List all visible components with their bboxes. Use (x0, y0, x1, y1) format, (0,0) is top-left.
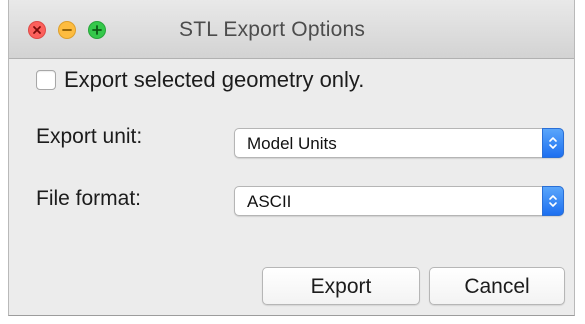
file-format-stepper[interactable] (542, 186, 564, 216)
export-unit-value: Model Units (247, 134, 337, 153)
close-window-button[interactable] (28, 21, 46, 39)
file-format-label: File format: (36, 187, 142, 210)
zoom-window-button[interactable] (88, 21, 106, 39)
up-down-chevron-icon (549, 195, 557, 207)
file-format-select[interactable]: ASCII (234, 186, 564, 216)
selected-only-label[interactable]: Export selected geometry only. (64, 67, 364, 93)
export-unit-select[interactable]: Model Units (234, 128, 564, 158)
plus-icon (92, 25, 102, 35)
minimize-icon (62, 29, 72, 31)
title-bar: STL Export Options (9, 0, 574, 59)
up-down-chevron-icon (549, 137, 557, 149)
file-format-value: ASCII (247, 192, 292, 211)
close-icon (33, 26, 41, 34)
export-button[interactable]: Export (262, 267, 420, 305)
window-title: STL Export Options (179, 18, 366, 41)
export-unit-stepper[interactable] (542, 128, 564, 158)
export-unit-label: Export unit: (36, 125, 143, 148)
selected-only-checkbox[interactable] (36, 70, 56, 90)
selected-only-option[interactable]: Export selected geometry only. (36, 67, 364, 93)
minimize-window-button[interactable] (58, 21, 76, 39)
cancel-button[interactable]: Cancel (429, 267, 565, 305)
dialog-window: STL Export Options Export selected geome… (8, 0, 575, 316)
